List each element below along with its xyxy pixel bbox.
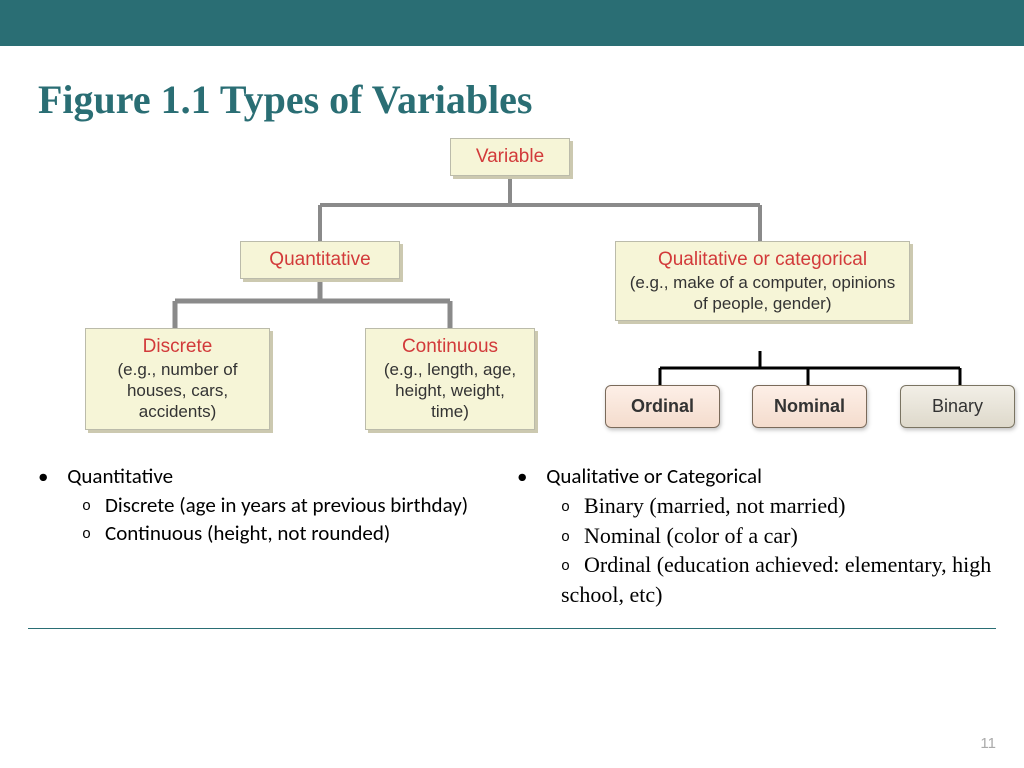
node-qualitative-sub: (e.g., make of a computer, opinions of p… xyxy=(626,272,899,315)
node-binary: Binary xyxy=(900,385,1015,428)
notes-left-col: Quantitative Discrete (age in years at p… xyxy=(38,463,517,610)
node-qualitative: Qualitative or categorical (e.g., make o… xyxy=(615,241,910,321)
notes-right-col: Qualitative or Categorical Binary (marri… xyxy=(517,463,996,610)
node-nominal: Nominal xyxy=(752,385,867,428)
node-variable: Variable xyxy=(450,138,570,176)
node-binary-label: Binary xyxy=(932,396,983,416)
variable-types-diagram: Variable Quantitative Qualitative or cat… xyxy=(0,133,1024,463)
page-title: Figure 1.1 Types of Variables xyxy=(0,46,1024,133)
notes-section: Quantitative Discrete (age in years at p… xyxy=(0,463,1024,610)
notes-right-item: Nominal (color of a car) xyxy=(561,521,996,551)
notes-right-item: Binary (married, not married) xyxy=(561,491,996,521)
node-quantitative: Quantitative xyxy=(240,241,400,279)
node-continuous-label: Continuous xyxy=(376,335,524,359)
node-discrete-label: Discrete xyxy=(96,335,259,359)
node-continuous-sub: (e.g., length, age, height, weight, time… xyxy=(376,359,524,423)
node-quantitative-label: Quantitative xyxy=(251,248,389,272)
node-qualitative-label: Qualitative or categorical xyxy=(626,248,899,272)
page-number: 11 xyxy=(980,735,996,752)
node-discrete-sub: (e.g., number of houses, cars, accidents… xyxy=(96,359,259,423)
node-variable-label: Variable xyxy=(461,145,559,169)
node-continuous: Continuous (e.g., length, age, height, w… xyxy=(365,328,535,430)
footer-divider xyxy=(28,628,996,629)
header-bar xyxy=(0,0,1024,46)
notes-left-item: Continuous (height, not rounded) xyxy=(82,519,517,547)
node-ordinal: Ordinal xyxy=(605,385,720,428)
notes-right-head: Qualitative or Categorical xyxy=(546,463,762,489)
notes-left-head: Quantitative xyxy=(67,463,173,489)
node-discrete: Discrete (e.g., number of houses, cars, … xyxy=(85,328,270,430)
node-ordinal-label: Ordinal xyxy=(631,396,694,416)
node-nominal-label: Nominal xyxy=(774,396,845,416)
notes-left-item: Discrete (age in years at previous birth… xyxy=(82,491,517,519)
notes-right-item: Ordinal (education achieved: elementary,… xyxy=(561,550,996,609)
